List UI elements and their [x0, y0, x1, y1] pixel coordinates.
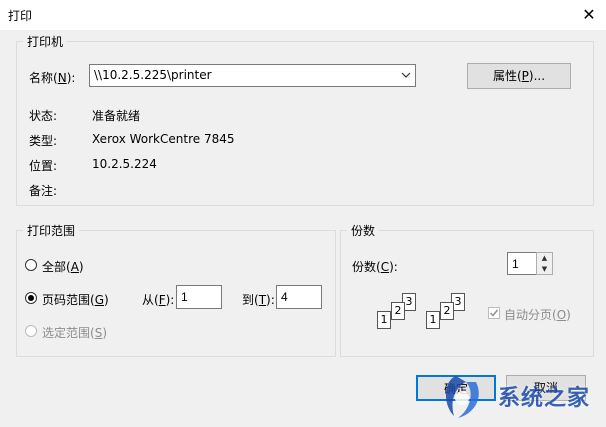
- printer-group-label: 打印机: [23, 33, 68, 50]
- watermark-text: 系统之家: [498, 386, 591, 411]
- range-all-accesskey: A: [70, 260, 79, 274]
- properties-button[interactable]: 属性(P)...: [467, 63, 571, 89]
- collate-checkbox[interactable]: [488, 307, 500, 319]
- copies-group: 份数: [340, 222, 594, 357]
- type-value: Xerox WorkCentre 7845: [92, 132, 235, 146]
- range-all-label[interactable]: 全部(A): [42, 258, 84, 275]
- close-icon[interactable]: ✕: [576, 2, 602, 28]
- checkmark-icon: [490, 309, 499, 317]
- collate-page-2b: 2: [440, 302, 454, 320]
- location-value: 10.2.5.224: [92, 157, 157, 171]
- status-label: 状态:: [29, 109, 58, 123]
- spin-down-icon[interactable]: ▼: [537, 264, 552, 275]
- collate-accesskey: O: [556, 308, 567, 322]
- status-value: 准备就绪: [92, 109, 141, 123]
- type-label: 类型:: [29, 134, 58, 148]
- location-label: 位置:: [29, 159, 58, 173]
- from-text: 从: [142, 293, 155, 307]
- collate-label[interactable]: 自动分页(O): [504, 306, 571, 323]
- to-label: 到(T):: [242, 293, 275, 307]
- title-bar: 打印 ✕: [0, 0, 606, 30]
- copies-group-label: 份数: [347, 222, 380, 239]
- range-all-text: 全部: [42, 260, 67, 274]
- printer-name-label-text: 名称: [29, 71, 54, 85]
- copies-spinner[interactable]: ▲ ▼: [536, 252, 553, 275]
- copies-count-label: 份数(C):: [352, 260, 398, 274]
- collate-text: 自动分页: [504, 308, 553, 322]
- properties-button-text: 属性: [492, 69, 517, 83]
- from-label: 从(F):: [142, 293, 175, 307]
- properties-accesskey: P: [521, 69, 529, 83]
- comment-label: 备注:: [29, 184, 58, 198]
- copies-count-text: 份数: [352, 260, 377, 274]
- to-text: 到: [242, 293, 255, 307]
- from-accesskey: F: [158, 293, 166, 307]
- spin-up-icon[interactable]: ▲: [537, 253, 552, 264]
- range-pages-label[interactable]: 页码范围(G): [42, 291, 109, 308]
- chevron-down-icon: [401, 72, 411, 78]
- window-title: 打印: [8, 9, 33, 23]
- from-page-input[interactable]: [176, 285, 222, 309]
- to-page-input[interactable]: [276, 285, 322, 309]
- range-selection-radio[interactable]: [25, 325, 37, 337]
- range-all-radio[interactable]: [25, 259, 37, 271]
- collate-page-1: 1: [377, 311, 391, 329]
- range-selection-label[interactable]: 选定范围(S): [42, 324, 107, 341]
- range-pages-radio[interactable]: [25, 292, 37, 304]
- range-selection-text: 选定范围: [42, 326, 91, 340]
- range-selection-accesskey: S: [94, 326, 103, 340]
- range-pages-accesskey: G: [94, 293, 105, 307]
- printer-name-select[interactable]: \\10.2.5.225\printer: [89, 64, 416, 87]
- printer-name-accesskey: N: [57, 71, 67, 85]
- printer-name-value: \\10.2.5.225\printer: [94, 68, 212, 82]
- to-accesskey: T: [258, 293, 267, 307]
- properties-suffix: ...: [533, 69, 546, 83]
- copies-count-input[interactable]: [507, 252, 537, 275]
- collate-page-2: 2: [391, 302, 405, 320]
- range-pages-text: 页码范围: [42, 293, 91, 307]
- collate-page-1b: 1: [426, 311, 440, 329]
- printer-name-label: 名称(N):: [29, 71, 76, 85]
- copies-count-accesskey: C: [380, 260, 390, 274]
- print-range-group-label: 打印范围: [23, 222, 80, 239]
